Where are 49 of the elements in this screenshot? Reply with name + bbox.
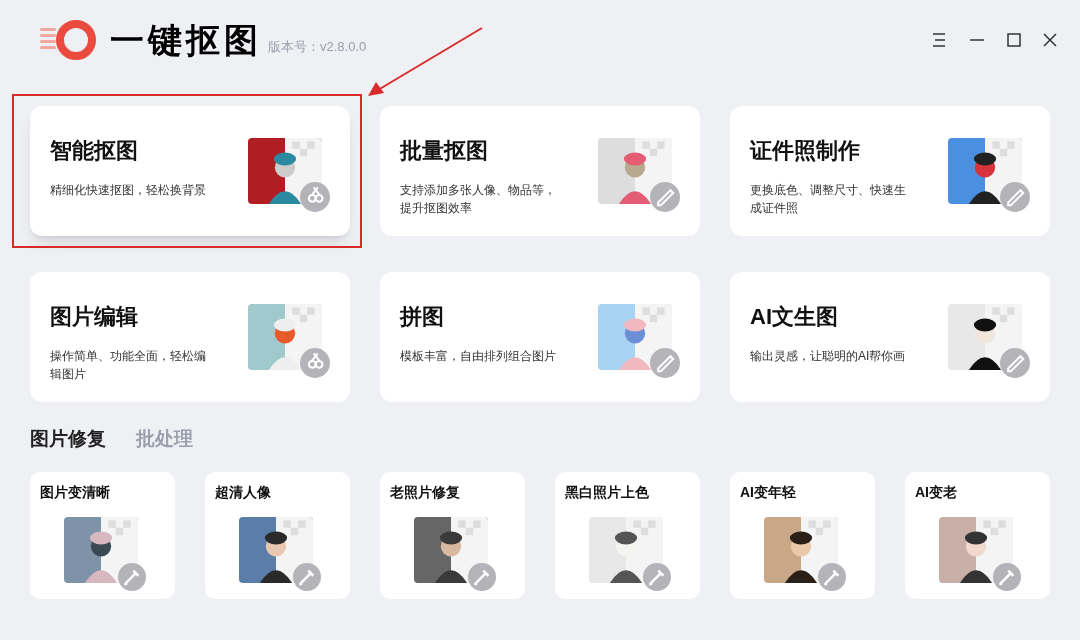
card-title: AI文生图 bbox=[750, 303, 839, 331]
wrench-icon[interactable] bbox=[993, 563, 1021, 591]
card-title: 证件照制作 bbox=[750, 137, 861, 165]
pencil-icon[interactable] bbox=[1000, 348, 1030, 378]
tool-card[interactable]: 黑白照片上色 bbox=[555, 472, 700, 599]
app-logo-icon bbox=[40, 20, 98, 60]
feature-card[interactable]: 智能抠图 精细化快速抠图，轻松换背景 bbox=[30, 106, 350, 236]
menu-icon[interactable] bbox=[930, 32, 948, 48]
tool-card[interactable]: 超清人像 bbox=[205, 472, 350, 599]
wrench-icon[interactable] bbox=[468, 563, 496, 591]
feature-card[interactable]: 证件照制作 更换底色、调整尺寸、快速生成证件照 bbox=[730, 106, 1050, 236]
card-description: 精细化快速抠图，轻松换背景 bbox=[50, 182, 207, 199]
card-title: 拼图 bbox=[400, 303, 445, 331]
card-description: 输出灵感，让聪明的AI帮你画 bbox=[750, 348, 907, 365]
card-description: 支持添加多张人像、物品等，提升抠图效率 bbox=[400, 182, 557, 217]
card-title: 图片编辑 bbox=[50, 303, 139, 331]
feature-card[interactable]: 批量抠图 支持添加多张人像、物品等，提升抠图效率 bbox=[380, 106, 700, 236]
pencil-icon[interactable] bbox=[650, 182, 680, 212]
feature-card[interactable]: 拼图 模板丰富，自由排列组合图片 bbox=[380, 272, 700, 402]
tool-card[interactable]: AI变年轻 bbox=[730, 472, 875, 599]
card-description: 模板丰富，自由排列组合图片 bbox=[400, 348, 557, 365]
pencil-icon[interactable] bbox=[1000, 182, 1030, 212]
tool-title: AI变年轻 bbox=[740, 483, 797, 502]
tool-card[interactable]: 老照片修复 bbox=[380, 472, 525, 599]
tool-card[interactable]: 图片变清晰 bbox=[30, 472, 175, 599]
feature-card[interactable]: AI文生图 输出灵感，让聪明的AI帮你画 bbox=[730, 272, 1050, 402]
tool-card[interactable]: AI变老 bbox=[905, 472, 1050, 599]
wrench-icon[interactable] bbox=[293, 563, 321, 591]
scissors-icon[interactable] bbox=[300, 182, 330, 212]
card-description: 更换底色、调整尺寸、快速生成证件照 bbox=[750, 182, 907, 217]
tool-title: 图片变清晰 bbox=[40, 483, 111, 502]
maximize-icon[interactable] bbox=[1006, 32, 1022, 48]
tool-title: AI变老 bbox=[915, 483, 958, 502]
feature-card[interactable]: 图片编辑 操作简单、功能全面，轻松编辑图片 bbox=[30, 272, 350, 402]
version-label: 版本号：v2.8.0.0 bbox=[268, 38, 367, 57]
scissors-icon[interactable] bbox=[300, 348, 330, 378]
tool-title: 超清人像 bbox=[215, 483, 272, 502]
tab[interactable]: 图片修复 bbox=[30, 424, 106, 454]
close-icon[interactable] bbox=[1042, 32, 1058, 48]
tool-title: 黑白照片上色 bbox=[565, 483, 650, 502]
card-title: 批量抠图 bbox=[400, 137, 489, 165]
app-name: 一键抠图 bbox=[110, 19, 262, 61]
wrench-icon[interactable] bbox=[643, 563, 671, 591]
pencil-icon[interactable] bbox=[650, 348, 680, 378]
card-description: 操作简单、功能全面，轻松编辑图片 bbox=[50, 348, 207, 383]
card-title: 智能抠图 bbox=[50, 137, 139, 165]
wrench-icon[interactable] bbox=[118, 563, 146, 591]
tool-title: 老照片修复 bbox=[390, 483, 461, 502]
wrench-icon[interactable] bbox=[818, 563, 846, 591]
